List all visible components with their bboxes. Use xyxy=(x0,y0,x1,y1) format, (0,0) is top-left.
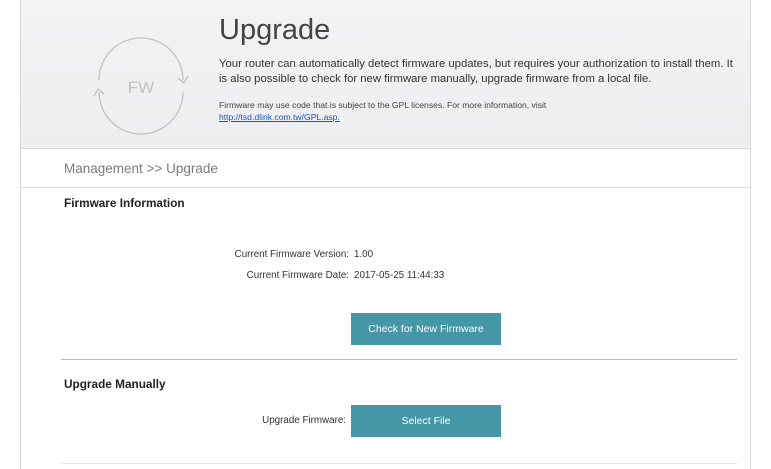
gpl-link[interactable]: http://tsd.dlink.com.tw/GPL.asp. xyxy=(219,112,340,122)
page-title: Upgrade xyxy=(219,14,331,46)
refresh-arrows-icon: FW xyxy=(91,36,191,136)
divider xyxy=(21,187,750,188)
gpl-notice: Firmware may use code that is subject to… xyxy=(219,99,739,123)
firmware-information-heading: Firmware Information xyxy=(64,196,185,210)
upgrade-manually-heading: Upgrade Manually xyxy=(64,377,166,391)
page-description: Your router can automatically detect fir… xyxy=(219,58,733,85)
logo-text: FW xyxy=(128,78,154,97)
page-header: FW Upgrade Your router can automatically… xyxy=(21,0,750,149)
select-file-button[interactable]: Select File xyxy=(351,405,501,437)
firmware-date-value: 2017-05-25 11:44:33 xyxy=(354,270,445,281)
upgrade-firmware-label: Upgrade Firmware: xyxy=(262,415,346,426)
page-frame: FW Upgrade Your router can automatically… xyxy=(20,0,751,469)
section-divider xyxy=(61,359,737,360)
bottom-divider xyxy=(61,463,737,464)
gpl-notice-text: Firmware may use code that is subject to… xyxy=(219,100,547,110)
breadcrumb: Management >> Upgrade xyxy=(64,161,218,176)
check-for-new-firmware-button[interactable]: Check for New Firmware xyxy=(351,313,501,345)
firmware-version-value: 1.00 xyxy=(354,249,374,260)
firmware-date-label: Current Firmware Date: xyxy=(246,270,349,281)
firmware-version-label: Current Firmware Version: xyxy=(234,249,349,260)
